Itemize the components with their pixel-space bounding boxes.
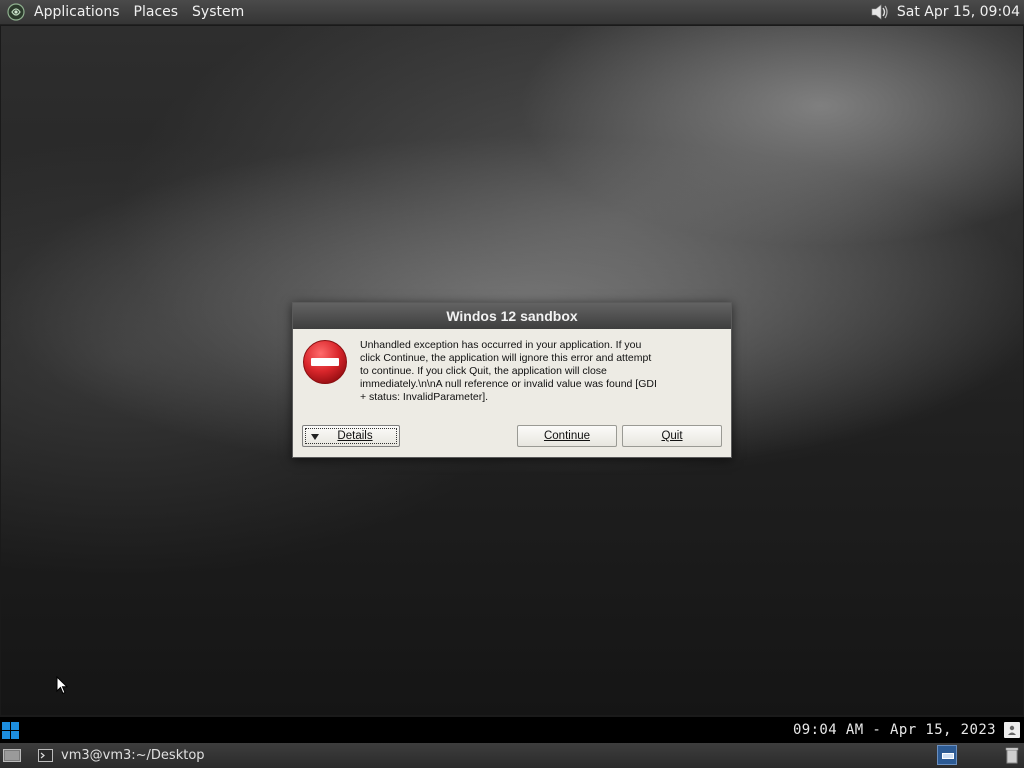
details-label: Details	[337, 430, 373, 442]
volume-icon[interactable]	[869, 2, 889, 22]
distro-logo-icon[interactable]	[7, 3, 25, 21]
top-panel-clock[interactable]: Sat Apr 15, 09:04	[889, 4, 1024, 20]
taskbar-item-terminal[interactable]: vm3@vm3:~/Desktop	[38, 743, 205, 768]
terminal-icon	[38, 749, 53, 762]
message-line: click Continue, the application will ign…	[360, 352, 652, 364]
workspace-switcher[interactable]	[937, 745, 957, 765]
details-button[interactable]: Details	[302, 425, 400, 447]
dialog-title[interactable]: Windos 12 sandbox	[293, 303, 731, 329]
bottom-taskbar: vm3@vm3:~/Desktop	[0, 743, 1024, 768]
quit-button[interactable]: Quit	[622, 425, 722, 447]
continue-label: Continue	[543, 430, 591, 442]
workspace-window-thumb	[942, 753, 954, 759]
trash-icon[interactable]	[1005, 746, 1019, 764]
message-line: to continue. If you click Quit, the appl…	[360, 365, 607, 377]
top-panel: Applications Places System Sat Apr 15, 0…	[0, 0, 1024, 25]
message-line: immediately.\n\nA null reference or inva…	[360, 378, 657, 390]
taskbar-item-label: vm3@vm3:~/Desktop	[61, 748, 205, 763]
message-line: + status: InvalidParameter].	[360, 391, 489, 403]
dialog-message: Unhandled exception has occurred in your…	[360, 339, 690, 404]
triangle-down-icon	[311, 434, 319, 440]
quit-label: Quit	[661, 430, 683, 442]
error-dialog: Windos 12 sandbox Unhandled exception ha…	[292, 302, 732, 458]
error-icon	[303, 340, 347, 384]
bottom-clock-bar: 09:04 AM - Apr 15, 2023	[0, 717, 1024, 743]
applications-menu[interactable]: Applications	[27, 0, 127, 24]
notification-icon[interactable]	[1004, 722, 1020, 738]
top-panel-tray: Sat Apr 15, 09:04	[869, 0, 1024, 24]
places-menu[interactable]: Places	[127, 0, 186, 24]
windows-start-icon[interactable]	[2, 722, 19, 739]
mouse-cursor-icon	[56, 676, 68, 695]
message-line: Unhandled exception has occurred in your…	[360, 339, 642, 351]
continue-button[interactable]: Continue	[517, 425, 617, 447]
person-icon	[1008, 725, 1016, 735]
system-menu[interactable]: System	[185, 0, 251, 24]
show-desktop-icon[interactable]	[3, 747, 21, 763]
bottom-clock[interactable]: 09:04 AM - Apr 15, 2023	[793, 717, 996, 743]
